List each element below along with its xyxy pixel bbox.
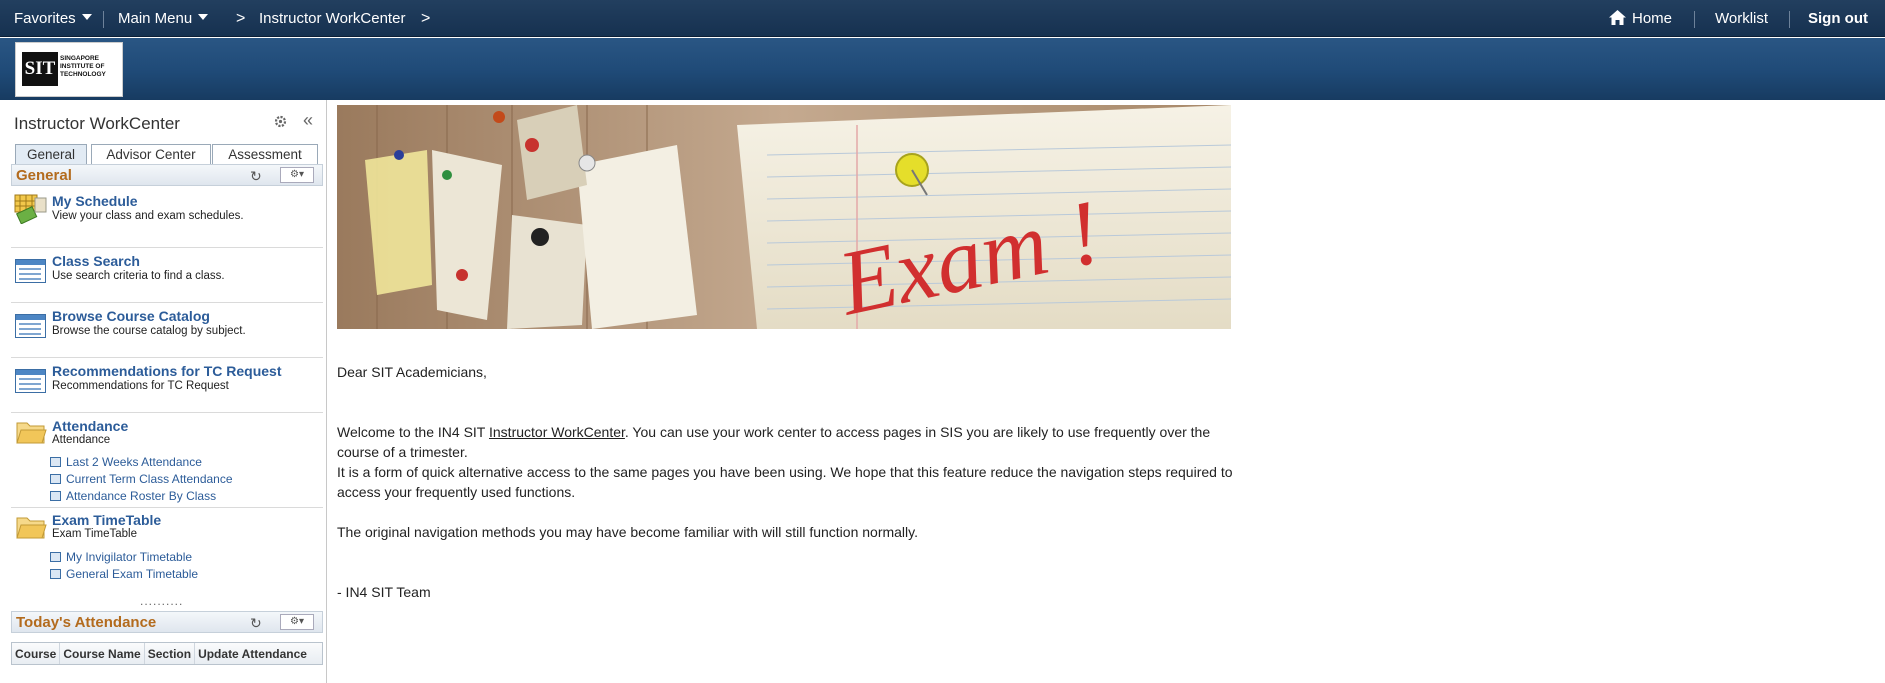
general-exam-timetable-link[interactable]: General Exam Timetable [50,567,198,581]
collapse-icon[interactable]: « [303,110,313,131]
home-link[interactable]: Home [1609,0,1672,37]
exam-pinboard-illustration: Exam ! [337,105,1231,329]
column-header-course-name[interactable]: Course Name [60,643,145,664]
general-section-title: General [16,167,72,184]
attendance-roster-by-class-link[interactable]: Attendance Roster By Class [50,489,216,503]
column-header-section[interactable]: Section [145,643,196,664]
logo-abbr: SIT [22,52,58,86]
class-search-desc: Use search criteria to find a class. [52,270,225,282]
column-header-course[interactable]: Course [12,643,61,664]
general-section-header: General ↻ ⚙▾ [11,164,323,186]
home-label: Home [1632,10,1673,27]
page-icon [15,314,46,338]
section-options-icon[interactable]: ⚙▾ [280,167,314,183]
sublink-label: Current Term Class Attendance [66,472,233,486]
main-menu[interactable]: Main Menu [118,0,209,37]
my-invigilator-timetable-link[interactable]: My Invigilator Timetable [50,550,192,564]
column-header-update-attendance[interactable]: Update Attendance [195,643,310,664]
sit-logo: SIT SINGAPORE INSTITUTE OF TECHNOLOGY [15,42,123,97]
my-schedule-link[interactable]: My Schedule [52,193,138,209]
chevron-down-icon [81,14,92,21]
section-options-icon[interactable]: ⚙▾ [280,614,314,630]
my-schedule-desc: View your class and exam schedules. [52,210,244,222]
divider [103,11,104,28]
sublink-label: Last 2 Weeks Attendance [66,455,202,469]
todays-attendance-table-header: Course Course Name Section Update Attend… [11,642,323,665]
last-2-weeks-attendance-link[interactable]: Last 2 Weeks Attendance [50,455,202,469]
p1-pre: Welcome to the IN4 SIT [337,424,489,440]
header-banner [0,38,1885,100]
signoff: - IN4 SIT Team [337,584,431,600]
page-icon [50,552,61,562]
refresh-icon[interactable]: ↻ [250,615,262,632]
pagelet-splitter[interactable]: .......... [140,594,183,608]
folder-icon [16,422,47,444]
home-icon [1609,10,1626,25]
list-item-recommendations[interactable]: Recommendations for TC Request Recommend… [11,358,323,413]
page-icon [15,369,46,393]
welcome-message: Dear SIT Academicians, Welcome to the IN… [337,362,1237,602]
sublink-label: My Invigilator Timetable [66,550,193,564]
list-item-attendance: Attendance Attendance Last 2 Weeks Atten… [11,413,323,508]
todays-attendance-header: Today's Attendance ↻ ⚙▾ [11,611,323,633]
class-search-link[interactable]: Class Search [52,253,140,269]
top-navigation-bar: Favorites Main Menu > Instructor WorkCen… [0,0,1885,37]
browse-course-catalog-link[interactable]: Browse Course Catalog [52,308,210,324]
tab-general[interactable]: General [15,144,87,166]
gear-icon[interactable] [274,115,287,128]
chevron-right-icon: > [236,10,246,27]
chevron-down-icon [198,14,209,21]
welcome-paragraph: Welcome to the IN4 SIT Instructor WorkCe… [337,422,1237,462]
list-item-browse-course-catalog[interactable]: Browse Course Catalog Browse the course … [11,303,323,358]
sublink-label: General Exam Timetable [66,567,199,581]
schedule-icon [14,194,47,224]
greeting: Dear SIT Academicians, [337,364,487,380]
favorites-menu[interactable]: Favorites [14,0,92,37]
refresh-icon[interactable]: ↻ [250,168,262,185]
list-item-my-schedule[interactable]: My Schedule View your class and exam sch… [11,188,323,248]
feature-paragraph: It is a form of quick alternative access… [337,464,1233,500]
page-icon [50,474,61,484]
browse-course-catalog-desc: Browse the course catalog by subject. [52,325,246,337]
current-term-class-attendance-link[interactable]: Current Term Class Attendance [50,472,233,486]
recommendations-link[interactable]: Recommendations for TC Request [52,363,281,379]
workcenter-title: Instructor WorkCenter [14,114,180,133]
page-icon [50,457,61,467]
chevron-right-icon: > [421,10,431,27]
page-icon [50,491,61,501]
attendance-link[interactable]: Attendance [52,418,128,434]
signout-link[interactable]: Sign out [1808,0,1868,37]
logo-text: SINGAPORE INSTITUTE OF TECHNOLOGY [60,55,106,78]
worklist-link[interactable]: Worklist [1715,0,1768,37]
tab-advisor-center[interactable]: Advisor Center [91,144,211,166]
list-item-class-search[interactable]: Class Search Use search criteria to find… [11,248,323,303]
breadcrumb-instructor-workcenter[interactable]: Instructor WorkCenter [259,0,405,37]
exam-hero-image: Exam ! [337,105,1231,329]
exam-timetable-link[interactable]: Exam TimeTable [52,512,161,528]
workcenter-sidebar: Instructor WorkCenter « General Advisor … [0,100,327,683]
instructor-workcenter-link[interactable]: Instructor WorkCenter [489,424,625,440]
divider [1789,11,1790,28]
attendance-desc: Attendance [52,434,111,446]
page-icon [15,259,46,283]
todays-attendance-title: Today's Attendance [16,614,157,631]
recommendations-desc: Recommendations for TC Request [52,380,229,392]
favorites-label: Favorites [14,10,76,27]
tab-assessment[interactable]: Assessment [212,144,318,166]
exam-timetable-desc: Exam TimeTable [52,528,138,540]
navigation-paragraph: The original navigation methods you may … [337,524,918,540]
folder-icon [16,517,47,539]
divider [1694,11,1695,28]
sublink-label: Attendance Roster By Class [66,489,217,503]
main-menu-label: Main Menu [118,10,193,27]
page-icon [50,569,61,579]
list-item-exam-timetable: Exam TimeTable Exam TimeTable My Invigil… [11,508,323,588]
